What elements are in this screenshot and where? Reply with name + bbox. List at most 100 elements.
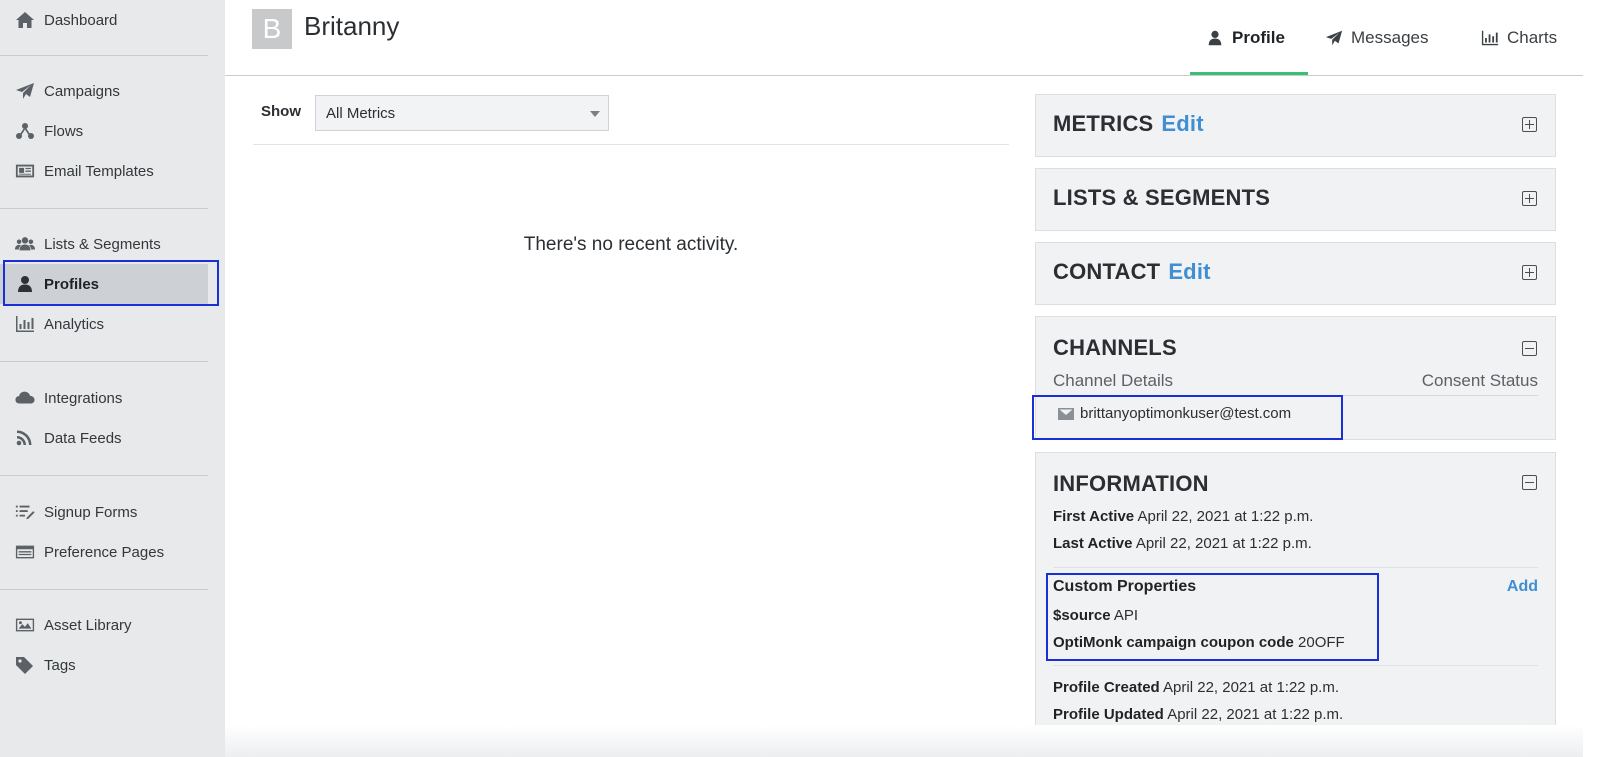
panel-title: CHANNELS [1053,335,1177,360]
tab-profile[interactable]: Profile [1206,0,1285,76]
bar-chart-icon [14,315,36,333]
sidebar-item-email-templates[interactable]: Email Templates [0,151,208,191]
flow-icon [14,122,36,140]
field-value: April 22, 2021 at 1:22 p.m. [1163,679,1339,696]
sidebar-item-label: Tags [44,656,76,674]
tab-label: Profile [1232,28,1285,47]
metrics-filter-select[interactable]: All Metrics [315,95,609,131]
paper-plane-icon [1325,30,1343,46]
tab-label: Messages [1351,28,1429,47]
page-title: Britanny [304,11,400,41]
email-channel-row[interactable]: brittanyoptimonkuser@test.com [1058,405,1291,422]
first-active-row: First Active April 22, 2021 at 1:22 p.m. [1053,508,1313,525]
browser-window-icon [14,543,36,561]
sidebar-divider [0,208,208,209]
collapse-icon[interactable] [1522,475,1537,490]
sidebar-divider [0,361,208,362]
sidebar-item-profiles[interactable]: Profiles [0,264,208,304]
newspaper-icon [14,162,36,180]
tab-charts[interactable]: Charts [1481,0,1557,76]
panel-title: INFORMATION [1053,471,1209,496]
last-active-row: Last Active April 22, 2021 at 1:22 p.m. [1053,535,1312,552]
field-value: April 22, 2021 at 1:22 p.m. [1137,508,1314,525]
sidebar-item-signup-forms[interactable]: Signup Forms [0,492,208,532]
contact-panel: CONTACT Edit [1035,242,1556,305]
avatar: B [252,9,292,49]
sidebar-item-flows[interactable]: Flows [0,111,208,151]
rss-icon [14,429,36,447]
chevron-down-icon [590,111,600,117]
expand-icon[interactable] [1522,117,1537,132]
sidebar-item-preference-pages[interactable]: Preference Pages [0,532,208,572]
sidebar: Dashboard Campaigns Flows Email Template… [0,0,225,757]
sidebar-item-analytics[interactable]: Analytics [0,304,208,344]
email-address: brittanyoptimonkuser@test.com [1080,405,1292,422]
sidebar-item-dashboard[interactable]: Dashboard [0,0,208,40]
empty-activity-message: There's no recent activity. [523,234,739,255]
metrics-edit-link[interactable]: Edit [1161,111,1203,136]
metrics-panel: METRICS Edit [1035,94,1556,157]
field-value: 20OFF [1298,634,1345,651]
collapse-icon[interactable] [1522,341,1537,356]
divider [1053,567,1538,568]
sidebar-item-label: Analytics [44,315,105,333]
source-property-row: $source API [1053,607,1138,624]
field-label: OptiMonk campaign coupon code [1053,634,1294,651]
add-property-link[interactable]: Add [1507,578,1538,596]
active-tab-indicator [1190,72,1308,75]
sidebar-item-integrations[interactable]: Integrations [0,378,208,418]
sidebar-item-label: Asset Library [44,616,132,634]
sidebar-item-label: Campaigns [44,82,120,100]
sidebar-item-label: Flows [44,122,84,140]
sidebar-item-label: Preference Pages [44,543,165,561]
sidebar-divider [0,475,208,476]
tag-icon [14,656,36,674]
envelope-icon [1058,407,1074,420]
cloud-icon [14,389,36,407]
expand-icon[interactable] [1522,191,1537,206]
user-icon [14,275,36,293]
information-panel: INFORMATION First Active April 22, 2021 … [1035,452,1556,746]
consent-status-header: Consent Status [1421,371,1538,390]
user-icon [1208,30,1222,46]
sidebar-item-label: Profiles [44,275,100,293]
lists-segments-panel: LISTS & SEGMENTS [1035,168,1556,231]
expand-icon[interactable] [1522,265,1537,280]
sidebar-item-lists-segments[interactable]: Lists & Segments [0,224,208,264]
coupon-property-row: OptiMonk campaign coupon code 20OFF [1053,634,1345,651]
home-icon [14,11,36,29]
users-icon [14,235,36,253]
channel-details-header: Channel Details [1053,371,1174,390]
paper-plane-icon [14,82,36,100]
field-label: Last Active [1053,535,1133,552]
divider [253,144,1009,145]
select-value: All Metrics [326,105,396,122]
tab-messages[interactable]: Messages [1325,0,1428,76]
sidebar-divider [0,589,208,590]
custom-properties-heading: Custom Properties [1053,578,1196,596]
image-icon [14,616,36,634]
sidebar-item-label: Lists & Segments [44,235,161,253]
profile-updated-row: Profile Updated April 22, 2021 at 1:22 p… [1053,706,1343,723]
sidebar-item-data-feeds[interactable]: Data Feeds [0,418,208,458]
field-value: April 22, 2021 at 1:22 p.m. [1135,535,1312,552]
sidebar-item-label: Data Feeds [44,429,122,447]
contact-edit-link[interactable]: Edit [1168,259,1210,284]
field-label: $source [1053,607,1111,624]
panel-title-text: CONTACT [1053,259,1161,284]
list-icon [14,503,36,521]
profile-created-row: Profile Created April 22, 2021 at 1:22 p… [1053,679,1339,696]
section-label: Custom Properties [1053,578,1197,595]
field-label: Profile Updated [1053,706,1164,723]
field-value: API [1113,607,1139,624]
field-value: April 22, 2021 at 1:22 p.m. [1167,706,1344,723]
sidebar-item-tags[interactable]: Tags [0,645,208,685]
show-filter-label: Show [261,103,301,120]
divider [1053,395,1538,396]
sidebar-item-asset-library[interactable]: Asset Library [0,605,208,645]
sidebar-divider [0,55,208,56]
profile-header: B Britanny Profile Messages Charts [225,0,1583,76]
field-label: Profile Created [1053,679,1160,696]
panel-title-text: METRICS [1053,111,1154,136]
sidebar-item-campaigns[interactable]: Campaigns [0,71,208,111]
